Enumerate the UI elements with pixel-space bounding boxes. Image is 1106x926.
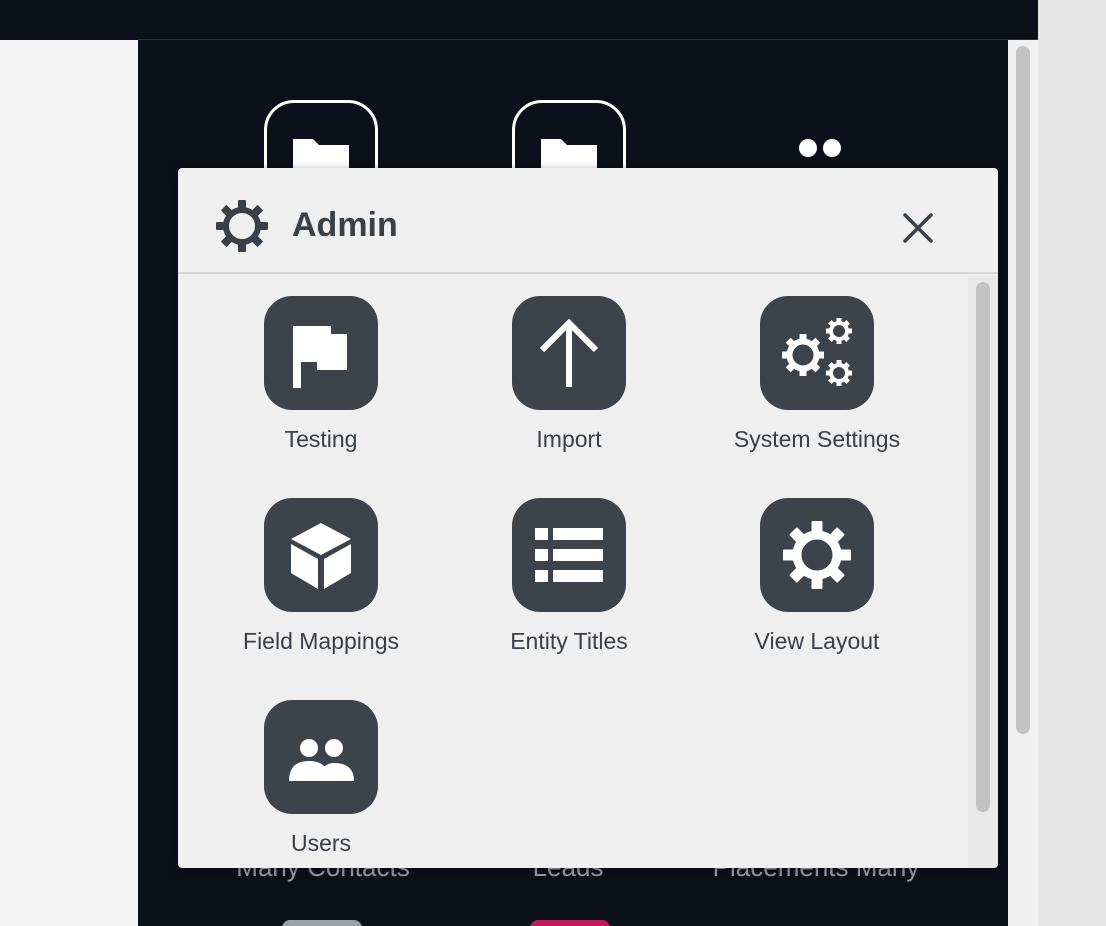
tile-icon <box>760 498 874 612</box>
modal-title: Admin <box>292 206 398 244</box>
cube-icon <box>291 523 351 589</box>
tile-icon <box>264 700 378 814</box>
tile-label: Field Mappings <box>243 628 399 654</box>
left-pane <box>0 40 138 926</box>
admin-tile-import[interactable]: Import <box>469 296 669 472</box>
users-icon <box>289 739 354 781</box>
tile-label: Testing <box>284 426 358 452</box>
arrow-up-icon <box>539 318 599 387</box>
admin-tile-entity-titles[interactable]: Entity Titles <box>469 498 669 674</box>
gear-icon <box>216 200 268 252</box>
flag-icon <box>293 326 347 388</box>
left-top-bar <box>0 0 138 40</box>
modal-scrollbar-thumb[interactable] <box>976 282 990 812</box>
main-top-bar <box>138 0 1038 40</box>
gears-icon <box>782 318 852 386</box>
tile-icon <box>264 296 378 410</box>
tile-icon <box>264 498 378 612</box>
tile-icon <box>512 498 626 612</box>
modal-header: Admin <box>178 168 998 274</box>
main-scrollbar-thumb[interactable] <box>1016 46 1030 734</box>
tile-label: Entity Titles <box>510 628 628 654</box>
admin-tile-users[interactable]: Users <box>221 700 421 868</box>
tile-label: System Settings <box>733 426 901 452</box>
close-icon[interactable] <box>900 210 936 246</box>
tile-label: Import <box>536 426 602 452</box>
admin-tile-testing[interactable]: Testing <box>221 296 421 472</box>
background-tile-top <box>530 920 610 926</box>
list-icon <box>535 528 603 582</box>
gear-icon <box>783 521 851 589</box>
background-tile-top <box>282 920 362 926</box>
admin-modal: Admin Testing Import System Settings Fie… <box>178 168 998 868</box>
tile-label: Users <box>290 830 352 856</box>
tile-icon <box>760 296 874 410</box>
right-gutter <box>1038 0 1106 926</box>
modal-body: Testing Import System Settings Field Map… <box>178 276 968 868</box>
admin-tile-system-settings[interactable]: System Settings <box>717 296 917 472</box>
admin-tile-view-layout[interactable]: View Layout <box>717 498 917 674</box>
admin-tile-field-mappings[interactable]: Field Mappings <box>221 498 421 674</box>
tile-icon <box>512 296 626 410</box>
tile-label: View Layout <box>754 628 880 654</box>
